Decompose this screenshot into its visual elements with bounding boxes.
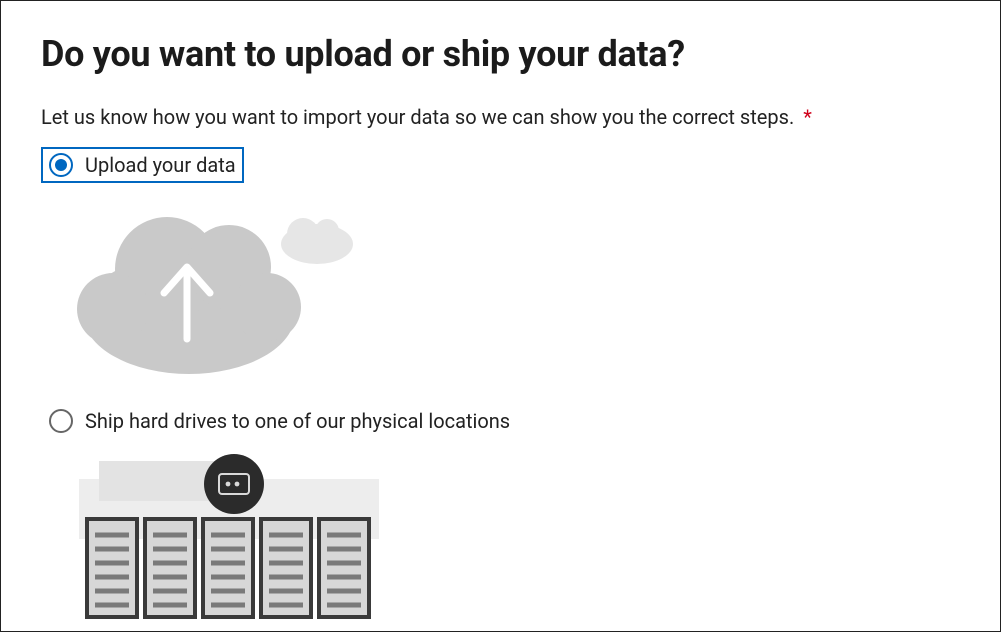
- required-asterisk: *: [803, 105, 812, 129]
- radio-ship[interactable]: [49, 409, 73, 433]
- page-title: Do you want to upload or ship your data?: [41, 33, 960, 75]
- option-upload-row[interactable]: Upload your data: [41, 147, 244, 183]
- rack-1: [87, 519, 137, 617]
- option-ship-row[interactable]: Ship hard drives to one of our physical …: [41, 403, 518, 439]
- cloud-upload-illustration: [69, 189, 369, 379]
- rack-5: [319, 519, 369, 617]
- rack-2: [145, 519, 195, 617]
- cloud-upload-icon: [69, 189, 369, 379]
- option-ship-label: Ship hard drives to one of our physical …: [85, 409, 510, 433]
- server-rack-icon: [69, 449, 389, 624]
- rack-4: [261, 519, 311, 617]
- server-rack-illustration: [69, 449, 389, 628]
- option-upload-label: Upload your data: [85, 153, 236, 177]
- instruction-text: Let us know how you want to import your …: [41, 105, 960, 129]
- import-method-radio-group: Upload your data: [41, 147, 960, 628]
- radio-upload[interactable]: [49, 153, 73, 177]
- rack-3: [203, 519, 253, 617]
- instruction-body: Let us know how you want to import your …: [41, 105, 794, 129]
